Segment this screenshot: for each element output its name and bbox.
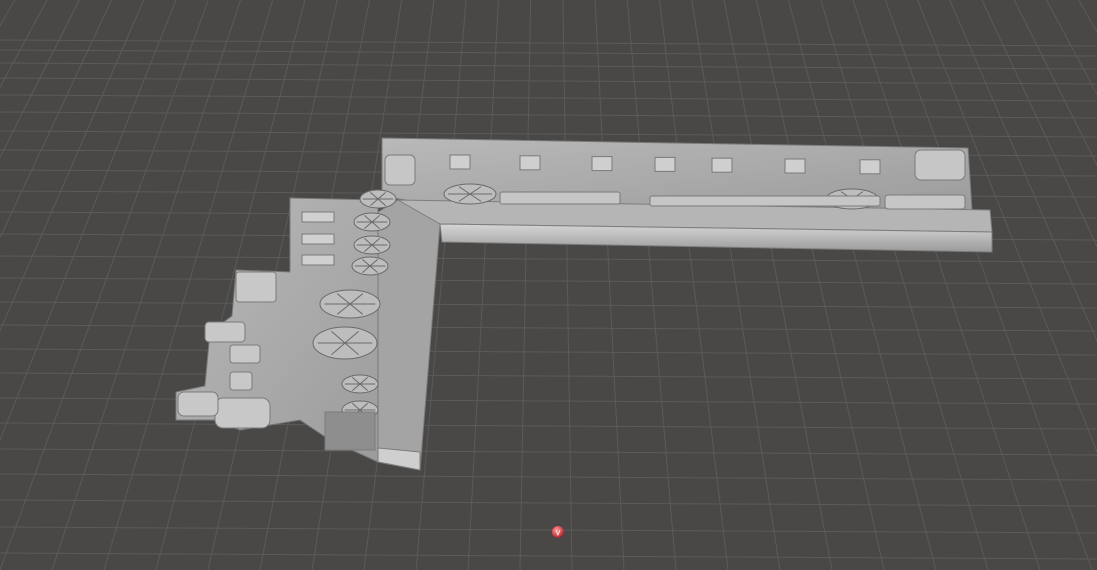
grid-line: [0, 49, 1097, 57]
train-window: [654, 156, 676, 172]
grid-line: [0, 0, 209, 570]
grid-line: [917, 0, 1097, 454]
grid-line: [0, 0, 112, 239]
pivot-point-icon[interactable]: [552, 526, 564, 538]
grid-line: [820, 0, 989, 570]
grid-line: [0, 62, 1097, 70]
grid-line: [0, 130, 1097, 138]
grid-line: [0, 448, 1097, 456]
grid-line: [723, 0, 833, 570]
train-window: [301, 254, 335, 266]
grid-line: [0, 0, 80, 159]
grid-line: [884, 0, 1093, 570]
grid-line: [0, 255, 1097, 263]
train-window: [784, 158, 806, 174]
grid-line: [755, 0, 885, 570]
left-train-windows: [301, 211, 335, 266]
grid-line: [562, 0, 573, 570]
train-corner-frame-model[interactable]: [175, 137, 993, 471]
grid-line: [0, 39, 1097, 47]
wheel: [319, 289, 381, 319]
grid-line: [626, 0, 677, 570]
grid-line: [0, 0, 48, 89]
grid-line: [0, 348, 1097, 356]
grid-line: [1046, 0, 1097, 96]
wheel: [359, 189, 397, 209]
wheel: [341, 374, 379, 394]
grid-line: [0, 473, 1097, 481]
grid-line: [1013, 0, 1097, 167]
grid-line: [0, 77, 1097, 85]
wheel: [353, 212, 391, 232]
grid-line: [0, 94, 1097, 102]
grid-line: [1078, 0, 1097, 34]
wheel: [443, 183, 497, 205]
grid-line: [691, 0, 781, 570]
wheel: [351, 256, 389, 276]
train-window: [859, 159, 881, 175]
grid-line: [788, 0, 937, 570]
grid-line: [0, 277, 1097, 285]
grid-line: [0, 526, 1097, 534]
grid-line: [659, 0, 729, 570]
viewport-grid: [0, 0, 1097, 570]
grid-line: [0, 397, 1097, 405]
grid-line: [0, 111, 1097, 119]
train-window: [519, 155, 541, 171]
vertical-frame-rail-side: [377, 447, 421, 471]
grid-line: [51, 0, 241, 570]
train-window: [301, 211, 335, 223]
grid-line: [981, 0, 1097, 248]
grid-line: [0, 372, 1097, 380]
wheel: [353, 235, 391, 255]
viewport-canvas[interactable]: [0, 0, 1097, 570]
grid-line: [0, 324, 1097, 332]
train-window: [711, 157, 733, 173]
train-window: [449, 154, 471, 170]
wheel: [312, 326, 378, 360]
grid-line: [0, 0, 16, 27]
grid-line: [467, 0, 499, 570]
3d-viewport[interactable]: [0, 0, 1097, 570]
grid-line: [594, 0, 625, 570]
grid-line: [0, 301, 1097, 309]
grid-line: [0, 499, 1097, 507]
train-window: [591, 156, 613, 172]
train-window: [301, 233, 335, 245]
grid-line: [0, 0, 177, 442]
grid-line: [949, 0, 1097, 343]
grid-line: [852, 0, 1041, 570]
grid-line: [519, 0, 532, 570]
grid-line: [0, 422, 1097, 430]
